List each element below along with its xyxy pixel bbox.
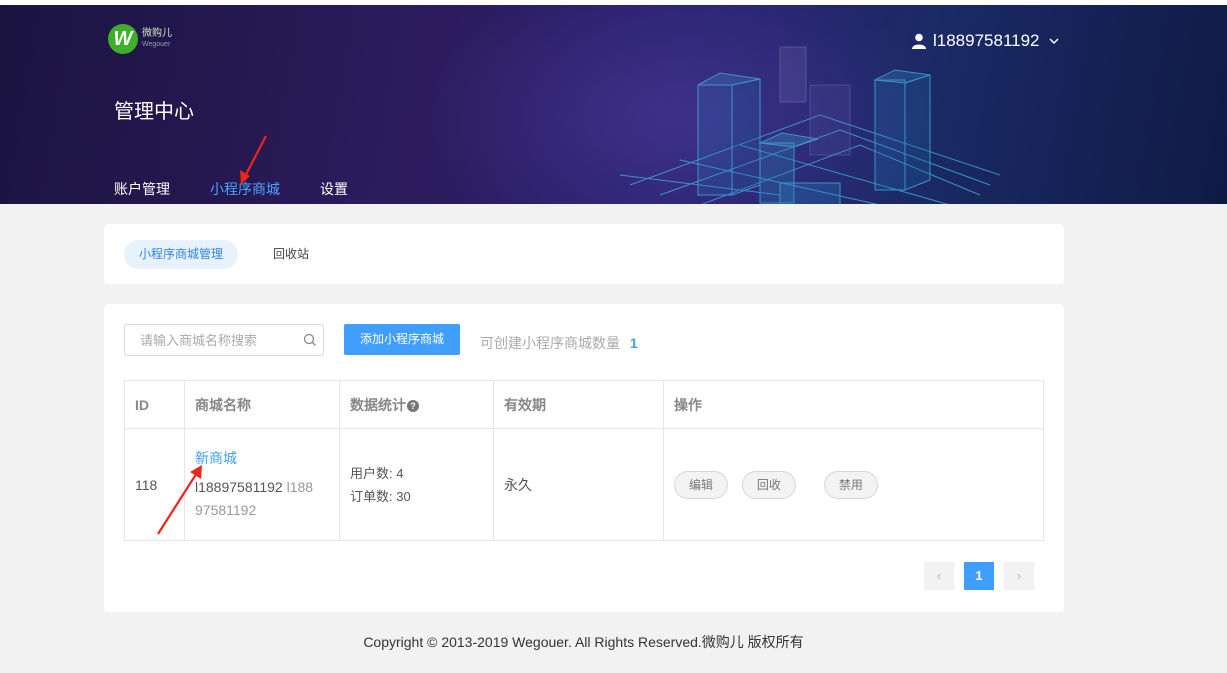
user-menu[interactable]: l18897581192 — [912, 31, 1060, 51]
pagination: ‹ 1 › — [924, 562, 1044, 590]
stat-orders: 订单数: 30 — [350, 488, 411, 504]
user-icon — [912, 33, 926, 49]
cell-stats: 用户数: 4 订单数: 30 — [339, 428, 494, 541]
col-validity: 有效期 — [493, 380, 664, 429]
cell-name: 新商城 l18897581192 l188 97581192 — [184, 428, 340, 541]
add-mall-button[interactable]: 添加小程序商城 — [344, 324, 460, 355]
mall-table: ID 商城名称 数据统计? 有效期 操作 118 新商城 l1889758119… — [124, 380, 1044, 541]
prev-page-button[interactable]: ‹ — [924, 562, 954, 590]
search-input[interactable] — [125, 325, 295, 355]
mall-list-card: 添加小程序商城 可创建小程序商城数量 1 ID 商城名称 数据统计? 有效期 操作… — [104, 304, 1064, 612]
col-name: 商城名称 — [184, 380, 340, 429]
mall-owner: l18897581192 l188 97581192 — [195, 476, 329, 522]
col-stats-label: 数据统计 — [350, 396, 406, 413]
cell-actions: 编辑 回收 禁用 — [663, 428, 1044, 541]
subtab-recycle-bin[interactable]: 回收站 — [258, 240, 324, 269]
table-row: 118 新商城 l18897581192 l188 97581192 用户数: … — [124, 428, 1044, 541]
next-page-button[interactable]: › — [1004, 562, 1034, 590]
brand-name: 微购儿 — [142, 28, 172, 39]
search-box — [124, 324, 324, 356]
owner-account-extra: l188 — [286, 478, 314, 495]
user-name: l18897581192 — [933, 31, 1040, 50]
col-actions: 操作 — [663, 380, 1044, 429]
quota-label: 可创建小程序商城数量 — [480, 335, 620, 351]
table-header-row: ID 商城名称 数据统计? 有效期 操作 — [124, 380, 1044, 429]
owner-account: l18897581192 — [195, 478, 283, 495]
brand-logo[interactable]: W 微购儿 Wegouer — [108, 24, 178, 54]
subtab-mall-management[interactable]: 小程序商城管理 — [124, 240, 239, 269]
cell-validity: 永久 — [493, 428, 664, 541]
recycle-button[interactable]: 回收 — [741, 470, 796, 499]
page-title: 管理中心 — [114, 101, 194, 123]
tab-settings[interactable]: 设置 — [320, 179, 348, 204]
header-illustration — [620, 46, 1000, 204]
col-id: ID — [124, 380, 185, 429]
annotation-arrow-icon — [240, 135, 267, 185]
edit-button[interactable]: 编辑 — [674, 470, 729, 499]
page-1-button[interactable]: 1 — [964, 562, 994, 590]
help-icon[interactable]: ? — [407, 399, 419, 412]
disable-button[interactable]: 禁用 — [823, 470, 878, 499]
mall-name-link[interactable]: 新商城 — [195, 448, 329, 468]
header-banner: W 微购儿 Wegouer l18897581192 管理中心 账户管理 小程序… — [0, 5, 1227, 204]
footer-copyright: Copyright © 2013-2019 Wegouer. All Right… — [363, 634, 804, 650]
logo-text: 微购儿 Wegouer — [142, 28, 172, 50]
col-stats: 数据统计? — [339, 380, 494, 429]
quota-value: 1 — [630, 335, 638, 351]
chevron-down-icon — [1048, 38, 1059, 45]
search-icon[interactable] — [303, 333, 317, 347]
annotation-arrow-icon — [157, 465, 202, 535]
logo-mark: W — [108, 24, 138, 54]
brand-sub: Wegouer — [142, 41, 171, 48]
quota-info: 可创建小程序商城数量 1 — [480, 333, 638, 353]
stat-users: 用户数: 4 — [350, 465, 404, 481]
tab-account[interactable]: 账户管理 — [114, 179, 170, 204]
subtab-card: 小程序商城管理 回收站 — [104, 224, 1064, 284]
